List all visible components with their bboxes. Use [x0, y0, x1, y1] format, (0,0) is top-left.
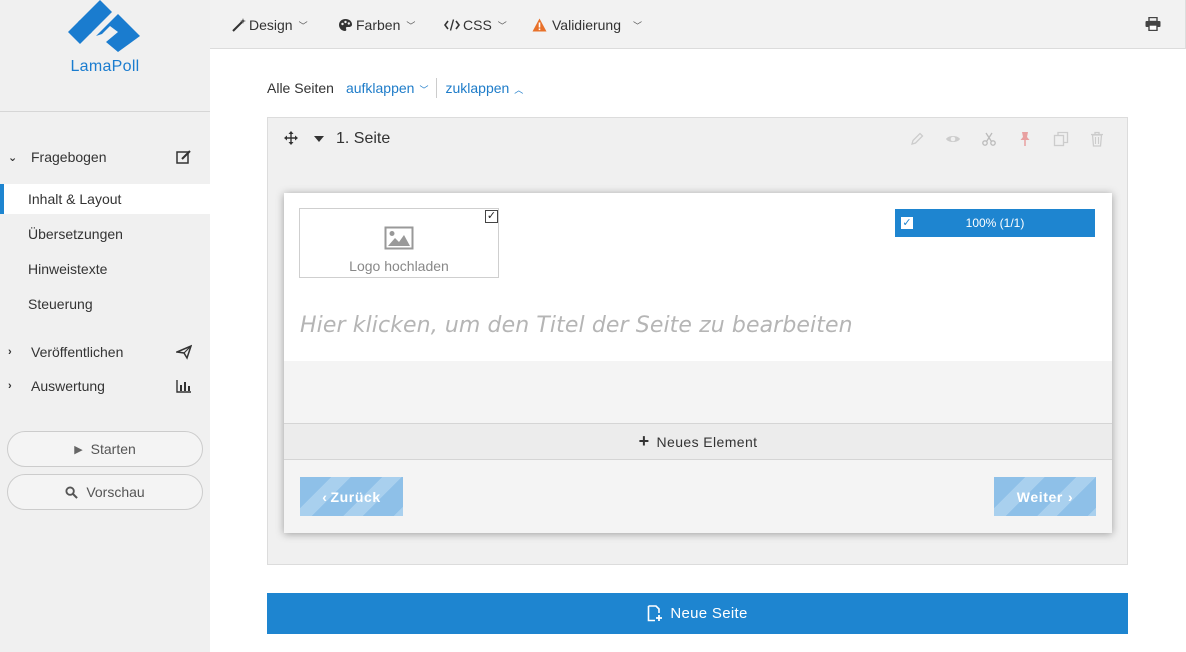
- sidebar-item-inhalt-layout[interactable]: Inhalt & Layout: [0, 184, 210, 214]
- chevron-left-icon: ‹: [322, 488, 328, 505]
- pencil-icon[interactable]: [909, 131, 925, 147]
- scissors-icon[interactable]: [981, 131, 997, 147]
- menu-validierung-label: Validierung: [552, 17, 622, 33]
- new-page-label: Neue Seite: [670, 605, 748, 622]
- progress-bar: ✓ 100% (1/1): [895, 209, 1095, 237]
- new-page-button[interactable]: Neue Seite: [267, 593, 1128, 634]
- divider: [436, 78, 438, 98]
- chevron-up-icon: ︿: [514, 85, 524, 95]
- next-button-label: Weiter: [1016, 488, 1063, 505]
- paper-plane-icon: [176, 344, 192, 360]
- palette-icon: [339, 19, 352, 31]
- start-button-label: Starten: [90, 441, 136, 457]
- image-icon: [384, 226, 414, 250]
- page-title-placeholder[interactable]: Hier klicken, um den Titel der Seite zu …: [300, 313, 853, 338]
- sidebar-item-uebersetzungen[interactable]: Übersetzungen: [0, 219, 210, 249]
- edit-icon[interactable]: [176, 149, 192, 165]
- logo-area: LamaPoll: [0, 0, 210, 112]
- menu-design[interactable]: Design ﹀: [232, 16, 308, 34]
- menu-design-label: Design: [249, 17, 293, 33]
- chevron-right-icon: ›: [1067, 488, 1074, 505]
- expand-all-label: aufklappen: [345, 80, 415, 96]
- print-icon[interactable]: [1145, 17, 1161, 31]
- chevron-down-icon: ﹀: [419, 85, 429, 95]
- search-icon: [65, 485, 79, 499]
- page-container: 1. Seite Logo hochladen ✓ ✓ 100% (1/1) H…: [267, 117, 1128, 565]
- sidebar-item-label: Übersetzungen: [28, 226, 123, 242]
- menu-farben-label: Farben: [356, 17, 401, 33]
- sidebar-item-hinweistexte[interactable]: Hinweistexte: [0, 254, 210, 284]
- sidebar-item-label: Hinweistexte: [28, 261, 108, 277]
- chevron-down-icon: ﹀: [406, 20, 416, 31]
- code-icon: [444, 19, 460, 31]
- top-toolbar: Design ﹀ Farben ﹀ CSS ﹀ Validierung ﹀: [210, 0, 1186, 49]
- trash-icon[interactable]: [1089, 131, 1105, 147]
- menu-css[interactable]: CSS ﹀: [444, 16, 507, 34]
- sidebar-item-label: Inhalt & Layout: [28, 191, 122, 207]
- chevron-down-icon: ﹀: [298, 20, 308, 31]
- plus-icon: +: [638, 431, 650, 451]
- page-footer: ‹ Zurück Weiter ›: [284, 460, 1112, 533]
- chevron-down-icon: ﹀: [497, 20, 507, 31]
- eye-icon[interactable]: [945, 131, 961, 147]
- collapse-all-link[interactable]: zuklappen ︿: [445, 80, 523, 96]
- app-name: LamaPoll: [70, 58, 140, 75]
- caret-down-icon[interactable]: [314, 136, 324, 142]
- nav-section-label: Veröffentlichen: [31, 344, 124, 360]
- collapse-all-label: zuklappen: [445, 80, 510, 96]
- nav-section-label: Auswertung: [31, 378, 105, 394]
- progress-label: 100% (1/1): [965, 216, 1025, 230]
- nav-section-fragebogen[interactable]: ⌄ Fragebogen: [0, 142, 210, 172]
- next-button[interactable]: Weiter ›: [994, 477, 1096, 516]
- menu-css-label: CSS: [463, 17, 492, 33]
- chevron-down-icon: ⌄: [8, 151, 18, 164]
- menu-farben[interactable]: Farben ﹀: [338, 16, 415, 34]
- nav-section-label: Fragebogen: [31, 149, 107, 165]
- logo-upload[interactable]: Logo hochladen ✓: [299, 208, 499, 278]
- page-header: 1. Seite: [268, 118, 1127, 158]
- play-icon: ▶: [74, 443, 83, 456]
- preview-button[interactable]: Vorschau: [7, 474, 203, 510]
- logo-checkbox[interactable]: ✓: [485, 210, 498, 223]
- warning-icon: [532, 18, 547, 32]
- logo-upload-label: Logo hochladen: [349, 258, 449, 274]
- chevron-down-icon: ﹀: [633, 20, 643, 31]
- chevron-right-icon: ›: [8, 346, 12, 358]
- sidebar: LamaPoll ⌄ Fragebogen Inhalt & Layout Üb…: [0, 0, 210, 652]
- menu-validierung[interactable]: Validierung ﹀: [532, 16, 642, 34]
- new-element-button[interactable]: + Neues Element: [284, 423, 1112, 460]
- pin-icon[interactable]: [1017, 131, 1033, 147]
- page-title: 1. Seite: [336, 130, 391, 147]
- move-icon[interactable]: [284, 131, 298, 145]
- copy-icon[interactable]: [1053, 131, 1069, 147]
- expand-all-link[interactable]: aufklappen ﹀: [346, 80, 429, 96]
- add-page-icon: [648, 605, 663, 622]
- new-element-label: Neues Element: [656, 433, 758, 450]
- page-card: Logo hochladen ✓ ✓ 100% (1/1) Hier klick…: [284, 193, 1112, 533]
- back-button[interactable]: ‹ Zurück: [300, 477, 403, 516]
- nav-section-auswertung[interactable]: › Auswertung: [0, 371, 210, 401]
- nav-section-veroeffentlichen[interactable]: › Veröffentlichen: [0, 337, 210, 367]
- page-actions: [909, 131, 1105, 147]
- chevron-right-icon: ›: [8, 380, 12, 392]
- sidebar-item-label: Steuerung: [28, 296, 93, 312]
- sidebar-item-steuerung[interactable]: Steuerung: [0, 289, 210, 319]
- back-button-label: Zurück: [330, 488, 381, 505]
- all-pages-label: Alle Seiten: [267, 80, 334, 96]
- lamapoll-logo-icon: [68, 0, 140, 52]
- element-area: [284, 361, 1112, 423]
- preview-button-label: Vorschau: [86, 484, 145, 500]
- expand-collapse-row: Alle Seiten aufklappen ﹀ zuklappen ︿: [267, 78, 523, 98]
- bar-chart-icon: [176, 380, 191, 393]
- magic-wand-icon: [232, 18, 246, 32]
- start-button[interactable]: ▶ Starten: [7, 431, 203, 467]
